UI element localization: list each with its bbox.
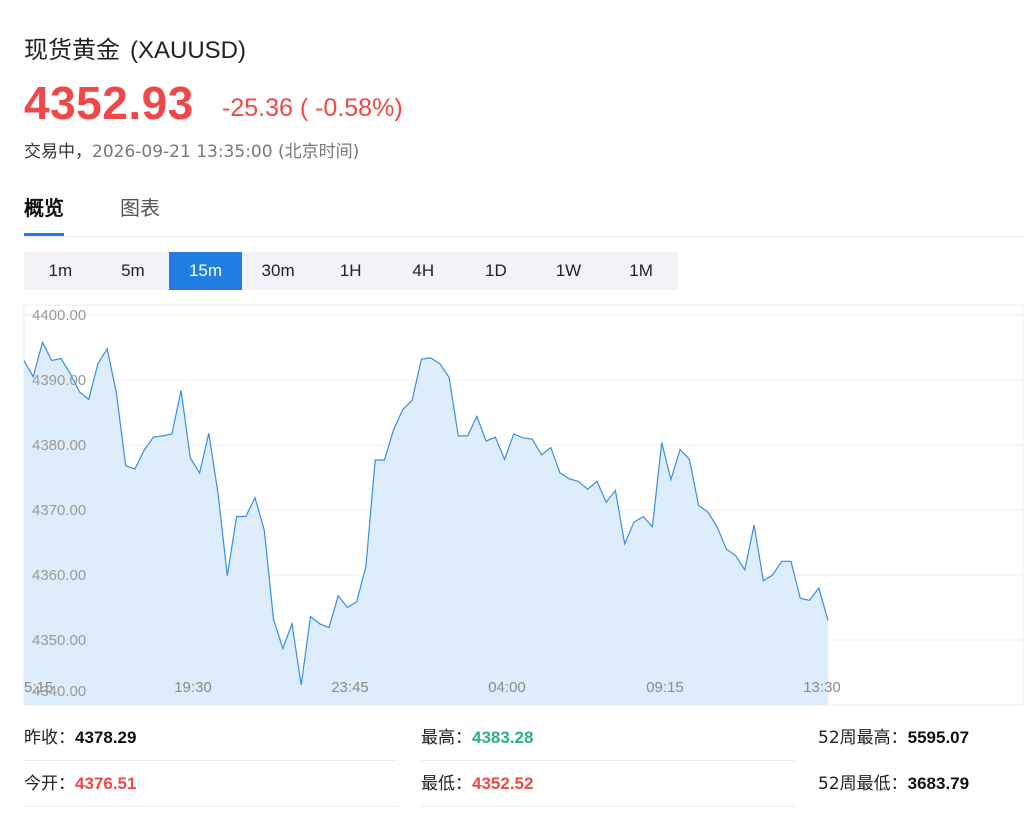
stat-value: 4378.29 [75,728,137,747]
interval-4h[interactable]: 4H [387,252,460,290]
y-tick-label: 4360.00 [32,567,86,584]
instrument-name: 现货黄金 [24,36,120,64]
stats-row: 今开：4376.51 最低：4352.52 52周最低：3683.79 [24,762,1024,808]
interval-1h[interactable]: 1H [314,252,387,290]
stat-52w-low: 52周最低：3683.79 [818,762,1024,806]
stat-value: 3683.79 [907,774,970,793]
stat-label: 最高： [421,728,472,748]
tab-chart[interactable]: 图表 [120,192,160,236]
stat-low: 最低：4352.52 [421,762,795,807]
interval-15m[interactable]: 15m [169,252,242,290]
stat-52w-high: 52周最高：5595.07 [818,716,1024,760]
stat-value: 5595.07 [907,728,970,747]
current-price: 4352.93 [24,77,194,129]
y-tick-label: 4350.00 [32,632,86,649]
interval-1m[interactable]: 1m [24,252,97,290]
interval-1w[interactable]: 1W [532,252,605,290]
price-area [24,342,828,705]
stats-row: 昨收：4378.29 最高：4383.28 52周最高：5595.07 [24,716,1024,762]
y-tick-label: 4400.00 [32,307,86,324]
stat-open: 今开：4376.51 [24,762,398,807]
x-tick-label: 23:45 [331,679,369,696]
y-tick-label: 4390.00 [32,372,86,389]
stat-prev-close: 昨收：4378.29 [24,716,398,761]
stat-value: 4352.52 [472,774,534,793]
x-tick-label: 19:30 [174,679,212,696]
trading-status: 交易中，2026-09-21 13:35:00 (北京时间) [24,137,359,162]
instrument-title: 现货黄金 (XAUUSD) [24,30,246,65]
stat-label: 52周最高： [818,728,908,748]
y-tick-label: 4380.00 [32,437,86,454]
stat-label: 昨收： [24,728,75,748]
x-tick-label: 09:15 [646,679,684,696]
view-tabs: 概览 图表 [24,192,1024,237]
x-tick-label: 13:30 [803,679,841,696]
stat-value: 4383.28 [472,728,534,747]
tab-overview[interactable]: 概览 [24,192,64,236]
status-timestamp: 2026-09-21 13:35:00 [92,142,273,162]
stat-value: 4376.51 [75,774,137,793]
interval-1mo[interactable]: 1M [605,252,678,290]
stat-label: 最低： [421,774,472,794]
interval-30m[interactable]: 30m [242,252,315,290]
stat-high: 最高：4383.28 [421,716,795,761]
x-tick-label: 04:00 [488,679,526,696]
stat-label: 52周最低： [818,774,908,794]
x-tick-label: 5:15 [24,679,53,696]
price-chart[interactable]: 4400.00 4390.00 4380.00 4370.00 4360.00 4350.… [0,300,1024,710]
price-change: -25.36 ( -0.58%) [222,94,403,122]
y-tick-label: 4370.00 [32,502,86,519]
instrument-symbol: (XAUUSD) [130,37,247,64]
interval-1d[interactable]: 1D [460,252,533,290]
status-timezone: (北京时间) [277,142,360,162]
status-label: 交易中， [24,142,92,162]
stat-label: 今开： [24,774,75,794]
interval-5m[interactable]: 5m [97,252,170,290]
interval-selector: 1m 5m 15m 30m 1H 4H 1D 1W 1M [24,252,678,290]
